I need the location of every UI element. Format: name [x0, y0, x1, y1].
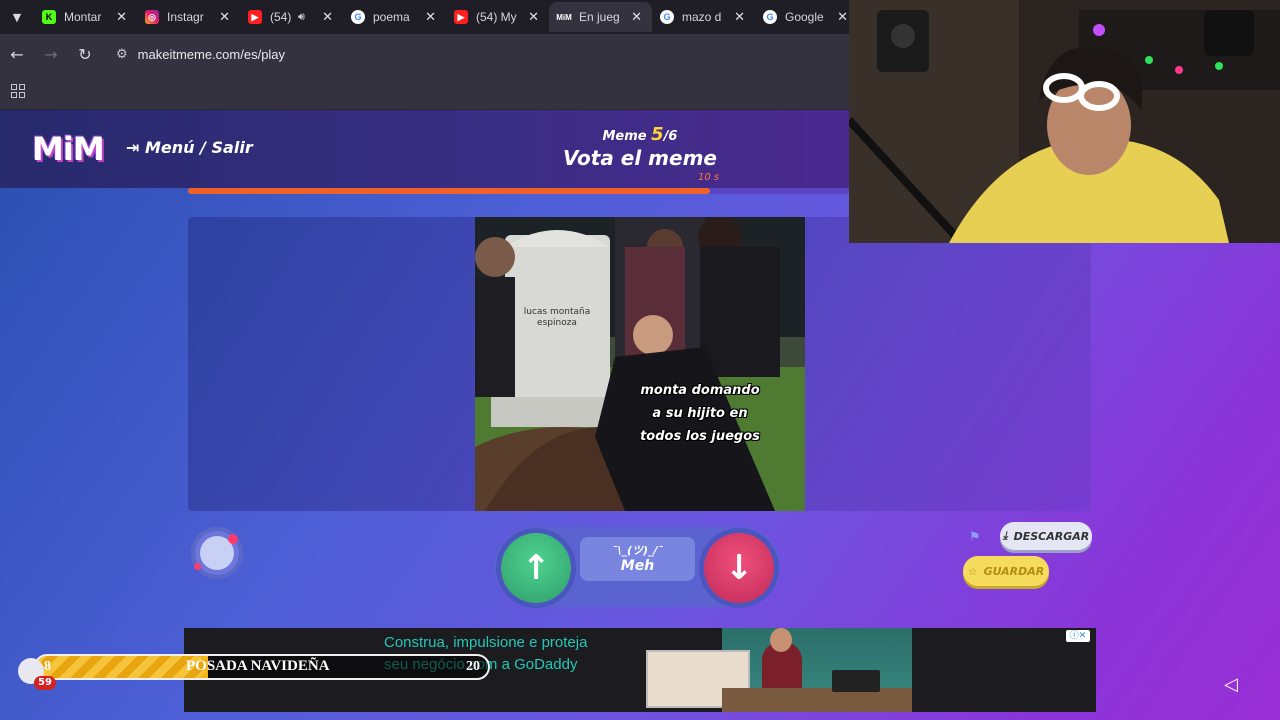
ad-person-head [770, 628, 792, 652]
tab-1[interactable]: ◎ Instagr ✕ [137, 2, 240, 32]
meh-kaomoji: ¯\_(ツ)_/¯ [611, 544, 664, 557]
goal-title: POSADA NAVIDEÑA [186, 658, 330, 674]
adchoices-icon[interactable]: ⓘ✕ [1066, 630, 1090, 642]
speaker-tab-icon[interactable]: 🔊︎ [298, 11, 305, 24]
heart-icon [228, 534, 238, 544]
tab-title: Montar [64, 10, 102, 24]
url-text: makeitmeme.com/es/play [137, 46, 286, 62]
webcam-video [849, 0, 1280, 243]
arrow-up-icon: ↑ [521, 548, 551, 588]
tab-title: mazo d [682, 10, 722, 24]
close-icon[interactable]: ✕ [322, 9, 333, 25]
timer-progress-bar [188, 188, 850, 194]
kick-icon: K [42, 10, 56, 24]
goal-progress-fill [36, 656, 206, 678]
goal-target: 20 [466, 659, 480, 674]
close-icon[interactable]: ✕ [219, 9, 230, 25]
meme-current: 5 [651, 124, 664, 145]
meme-caption: monta domando a su hijito en todos los j… [640, 383, 760, 444]
tab-4[interactable]: ▶ (54) My ✕ [446, 2, 549, 32]
address-bar-row: ← → ↻ ⚙ makeitmeme.com/es/play [0, 34, 850, 74]
youtube-icon: ▶ [248, 10, 262, 24]
upvote-button[interactable]: ↑ [501, 533, 571, 603]
meh-button[interactable]: ¯\_(ツ)_/¯ Meh [580, 537, 695, 581]
tab-title: Instagr [167, 10, 204, 24]
tab-title: (54) [270, 10, 292, 24]
tab-5-active[interactable]: MiM En jueg ✕ [549, 2, 652, 32]
tab-7[interactable]: G Google ✕ [755, 2, 858, 32]
ad-photo [646, 628, 912, 712]
close-icon[interactable]: ✕ [528, 9, 539, 25]
report-flag-icon[interactable]: ⚑ [969, 530, 981, 545]
mim-logo[interactable]: MiM [32, 130, 105, 168]
apps-grid-icon[interactable] [11, 84, 25, 98]
meme-image: lucas montaña espinoza monta domando a s… [475, 217, 805, 511]
download-label: DESCARGAR [1013, 529, 1090, 543]
meh-label: Meh [620, 558, 655, 574]
smiley-face-icon [194, 534, 238, 570]
menu-exit-label: Menú / Salir [144, 138, 253, 157]
close-icon[interactable]: ✕ [425, 9, 436, 25]
grave-inscription: lucas montaña espinoza [523, 307, 591, 328]
tab-title: poema [373, 10, 410, 24]
google-icon: G [351, 10, 365, 24]
meme-total: /6 [663, 129, 678, 144]
forward-arrow-icon[interactable]: → [34, 45, 68, 64]
tab-0[interactable]: K Montar ✕ [34, 2, 137, 32]
tab-title: En jueg [579, 10, 620, 24]
meme-counter: Meme 5/6 [580, 124, 700, 145]
page-title: Vota el meme [563, 146, 717, 170]
close-icon[interactable]: ✕ [631, 9, 642, 25]
back-arrow-icon[interactable]: ← [0, 45, 34, 64]
mim-icon: MiM [556, 12, 572, 22]
exit-icon: ⇥ [126, 138, 145, 157]
tab-6[interactable]: G mazo d ✕ [652, 2, 755, 32]
game-header: MiM ⇥ Menú / Salir Meme 5/6 Vota el meme… [0, 110, 850, 188]
ad-desk [722, 688, 912, 712]
close-icon[interactable]: ✕ [837, 9, 848, 25]
timer-text: 10 s [698, 172, 720, 183]
download-icon: ⤓ [1002, 529, 1008, 542]
ad-laptop [832, 670, 880, 692]
instagram-icon: ◎ [145, 10, 159, 24]
menu-exit-button[interactable]: ⇥ Menú / Salir [126, 138, 253, 157]
heart-icon [194, 563, 201, 570]
overlay-badge: 59 [18, 658, 58, 698]
reload-icon[interactable]: ↻ [68, 45, 102, 64]
tab-title: Google [785, 10, 824, 24]
bookmarks-bar [0, 74, 850, 110]
meme-label: Meme [602, 129, 647, 144]
close-icon[interactable]: ✕ [116, 9, 127, 25]
timer-progress-fill [188, 188, 710, 194]
meme-photo [475, 217, 805, 511]
star-icon: ☆ [967, 564, 978, 578]
tab-title: (54) My [476, 10, 517, 24]
google-icon: G [660, 10, 674, 24]
save-button[interactable]: ☆ GUARDAR [963, 556, 1049, 586]
arrow-down-icon: ↓ [724, 548, 754, 588]
stream-goal-bar: 8 POSADA NAVIDEÑA 20 [34, 654, 490, 680]
ad-line-1: Construa, impulsione e proteja [384, 634, 588, 651]
webcam-overlay [849, 0, 1280, 243]
close-icon[interactable]: ✕ [734, 9, 745, 25]
tab-search-chevron-icon[interactable]: ▼ [0, 0, 34, 34]
youtube-icon: ▶ [454, 10, 468, 24]
download-button[interactable]: ⤓ DESCARGAR [1000, 522, 1092, 550]
downvote-button[interactable]: ↓ [704, 533, 774, 603]
badge-count: 59 [34, 676, 56, 690]
mute-speaker-icon[interactable]: ◁ [1224, 674, 1238, 695]
google-icon: G [763, 10, 777, 24]
reaction-button[interactable] [191, 527, 243, 579]
tab-3[interactable]: G poema ✕ [343, 2, 446, 32]
save-label: GUARDAR [983, 564, 1045, 578]
url-field[interactable]: ⚙ makeitmeme.com/es/play [108, 39, 828, 69]
tab-2[interactable]: ▶ (54) 🔊︎ ✕ [240, 2, 343, 32]
site-settings-icon[interactable]: ⚙ [116, 46, 128, 62]
